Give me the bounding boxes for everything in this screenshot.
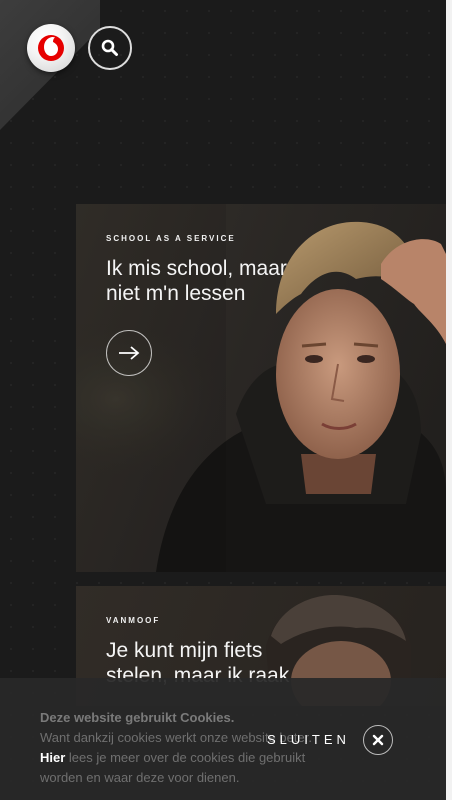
- card-category-label: VANMOOF: [106, 616, 161, 625]
- dismiss-cookies-button[interactable]: SLUITEN: [267, 732, 350, 747]
- arrow-right-icon: [119, 346, 140, 360]
- vodafone-logo[interactable]: [27, 24, 75, 72]
- vodafone-logo-icon: [38, 35, 64, 61]
- page-edge: [446, 0, 452, 800]
- cookie-info-link[interactable]: Hier: [40, 750, 65, 765]
- card-category-label: SCHOOL AS A SERVICE: [106, 234, 236, 243]
- story-card-school[interactable]: SCHOOL AS A SERVICE Ik mis school, maar …: [76, 204, 446, 572]
- cookie-banner: Deze website gebruikt Cookies. Want dank…: [0, 678, 446, 800]
- read-more-button[interactable]: [106, 330, 152, 376]
- cookie-message: Deze website gebruikt Cookies. Want dank…: [40, 708, 340, 788]
- card-title-line: Je kunt mijn fiets: [106, 639, 263, 662]
- card-title[interactable]: Ik mis school, maar niet m'n lessen: [106, 256, 326, 306]
- close-cookies-button[interactable]: [363, 725, 393, 755]
- search-icon: [101, 39, 118, 56]
- search-button[interactable]: [88, 26, 132, 70]
- close-icon: [372, 734, 384, 746]
- card-title-line: Ik mis school, maar: [106, 257, 287, 280]
- cookie-text: lees je meer over de cookies die gebruik…: [40, 750, 306, 785]
- cookie-title: Deze website gebruikt Cookies.: [40, 710, 235, 725]
- card-title-line: niet m'n lessen: [106, 282, 246, 305]
